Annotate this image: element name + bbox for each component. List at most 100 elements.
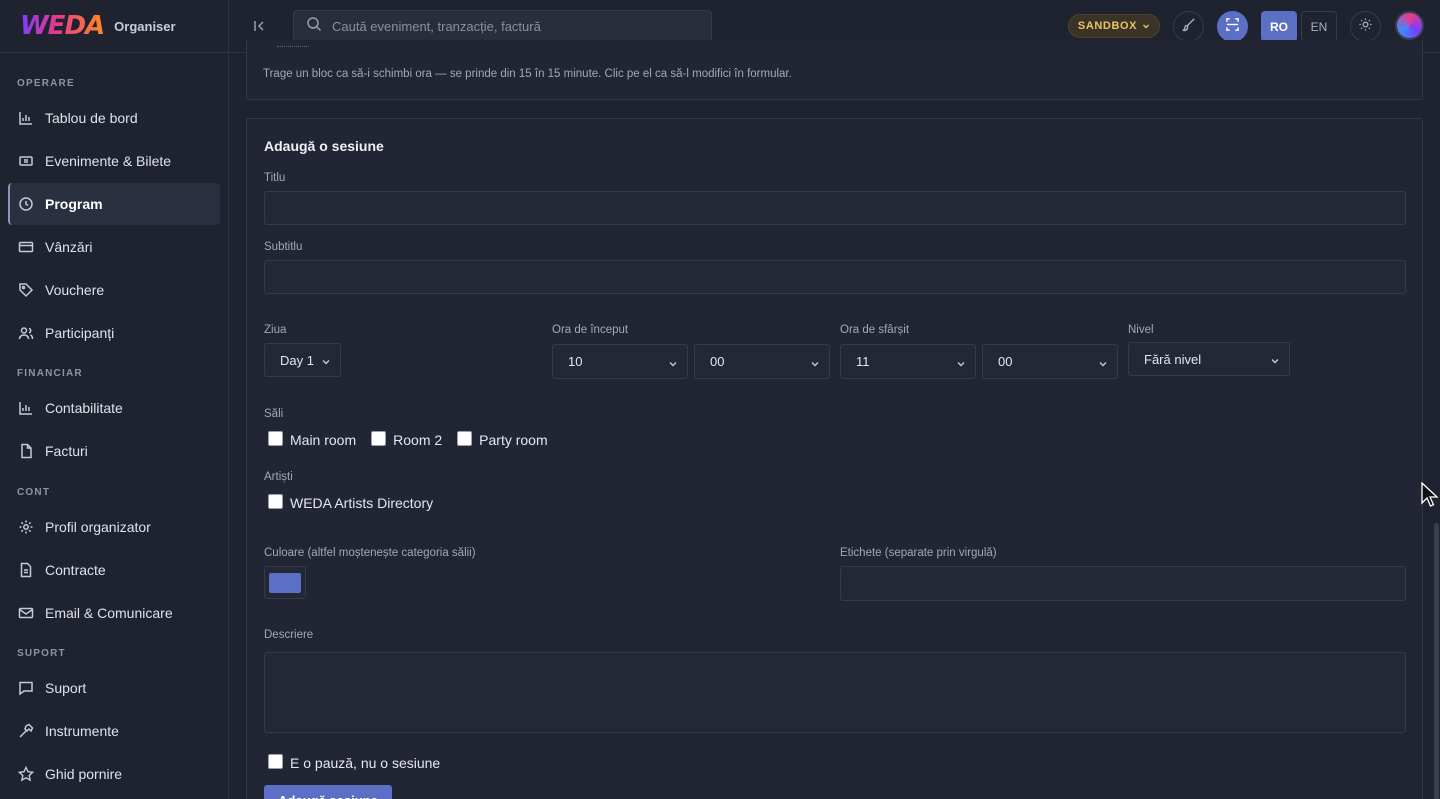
collapse-sidebar-icon[interactable] — [251, 17, 269, 35]
lang-ro-button[interactable]: RO — [1261, 11, 1297, 42]
search-input[interactable] — [332, 18, 692, 34]
sidebar-item-label: Vânzări — [45, 239, 93, 255]
subtitle-input[interactable] — [264, 260, 1406, 294]
room-main-label: Main room — [290, 432, 357, 448]
artist-weda-directory[interactable]: WEDA Artists Directory — [268, 493, 434, 511]
day-select-value: Day 1 — [280, 352, 314, 368]
nav-section-financiar: FINANCIAR — [17, 368, 83, 379]
brand-subtitle: Organiser — [114, 18, 176, 34]
sidebar-item-label: Vouchere — [45, 282, 105, 298]
lang-en-button[interactable]: EN — [1301, 11, 1337, 42]
sidebar: WEDA Organiser OPERARE Tablou de bord Ev… — [0, 0, 229, 799]
level-select[interactable]: Fără nivel — [1128, 342, 1290, 376]
page-scrollbar[interactable] — [1432, 53, 1440, 799]
rooms-checkboxes: Main room Room 2 Party room — [268, 430, 563, 448]
end-minute-select[interactable]: 00 — [982, 344, 1118, 379]
end-time-label: Ora de sfârșit — [840, 324, 910, 336]
room-2-checkbox[interactable] — [371, 430, 387, 446]
sidebar-item-support[interactable]: Suport — [8, 667, 220, 709]
sidebar-item-accounting[interactable]: Contabilitate — [8, 387, 220, 429]
chat-icon — [18, 680, 34, 696]
credit-card-icon — [18, 239, 34, 255]
avatar[interactable] — [1395, 11, 1424, 40]
sidebar-item-getting-started[interactable]: Ghid pornire — [8, 753, 220, 795]
schedule-hint: Trage un bloc ca să-i schimbi ora — se p… — [263, 68, 792, 80]
room-party[interactable]: Party room — [457, 430, 548, 448]
start-minute-value: 00 — [710, 354, 725, 369]
document-icon — [18, 443, 34, 459]
sidebar-item-label: Program — [45, 196, 103, 212]
room-party-checkbox[interactable] — [457, 430, 473, 446]
start-minute-select[interactable]: 00 — [694, 344, 830, 379]
sidebar-item-label: Profil organizator — [45, 519, 151, 535]
schedule-grid-edge — [277, 46, 309, 49]
subtitle-label: Subtitlu — [264, 241, 303, 253]
color-swatch — [269, 572, 301, 593]
bar-chart-icon — [18, 110, 34, 126]
scan-icon — [1225, 17, 1240, 37]
room-main-checkbox[interactable] — [268, 430, 283, 446]
sidebar-item-dashboard[interactable]: Tablou de bord — [8, 97, 220, 139]
brand[interactable]: WEDA Organiser — [0, 0, 228, 53]
sidebar-item-label: Participanți — [45, 325, 115, 341]
sidebar-item-vouchers[interactable]: Vouchere — [8, 269, 220, 311]
nav-section-suport: SUPORT — [17, 648, 66, 659]
sidebar-item-participants[interactable]: Participanți — [8, 312, 220, 354]
description-label: Descriere — [264, 629, 314, 641]
users-icon — [18, 325, 34, 341]
start-hour-select[interactable]: 10 — [552, 344, 688, 379]
sun-icon — [1358, 17, 1373, 37]
sidebar-item-events[interactable]: Evenimente & Bilete — [8, 140, 220, 182]
sidebar-item-tools[interactable]: Instrumente — [8, 710, 220, 752]
theme-toggle-button[interactable] — [1350, 11, 1381, 42]
sidebar-item-contracts[interactable]: Contracte — [8, 549, 220, 591]
sidebar-item-organizer-profile[interactable]: Profil organizator — [8, 506, 220, 548]
schedule-card: Trage un bloc ca să-i schimbi ora — se p… — [246, 40, 1423, 100]
brush-button[interactable] — [1173, 11, 1204, 42]
hammer-icon — [18, 723, 34, 739]
artist-weda-directory-label: WEDA Artists Directory — [290, 495, 434, 511]
room-main[interactable]: Main room — [268, 430, 357, 448]
scan-button[interactable] — [1217, 11, 1248, 42]
mail-icon — [18, 605, 34, 621]
sidebar-item-email[interactable]: Email & Comunicare — [8, 592, 220, 634]
artists-checkboxes: WEDA Artists Directory — [268, 493, 448, 511]
chevron-down-icon — [1270, 354, 1280, 364]
room-2[interactable]: Room 2 — [371, 430, 442, 448]
sidebar-item-invoices[interactable]: Facturi — [8, 430, 220, 472]
artist-weda-directory-checkbox[interactable] — [268, 493, 283, 509]
color-label: Culoare (altfel moștenește categoria săl… — [264, 547, 476, 559]
color-picker[interactable] — [264, 566, 306, 599]
ticket-icon — [18, 153, 34, 169]
tag-icon — [18, 282, 34, 298]
pause-checkbox[interactable] — [268, 753, 283, 769]
chevron-down-icon — [321, 355, 331, 365]
chevron-down-icon — [1098, 357, 1108, 367]
pause-toggle[interactable]: E o pauză, nu o sesiune — [268, 753, 440, 771]
sandbox-badge[interactable]: SANDBOX — [1068, 14, 1160, 38]
description-textarea[interactable] — [264, 652, 1406, 733]
sidebar-item-program[interactable]: Program — [8, 183, 220, 225]
end-hour-select[interactable]: 11 — [840, 344, 976, 379]
end-minute-value: 00 — [998, 354, 1013, 369]
weda-logo: WEDA — [20, 11, 105, 41]
search-box[interactable] — [293, 10, 712, 42]
scrollbar-thumb[interactable] — [1434, 523, 1439, 799]
brush-icon — [1181, 17, 1196, 37]
tags-input[interactable] — [840, 566, 1406, 601]
sidebar-item-label: Contracte — [45, 562, 106, 578]
title-input[interactable] — [264, 191, 1406, 225]
room-party-label: Party room — [479, 432, 548, 448]
nav-section-cont: CONT — [17, 487, 51, 498]
start-hour-value: 10 — [568, 354, 583, 369]
chevron-down-icon — [668, 357, 678, 367]
rooms-label: Săli — [264, 408, 284, 420]
star-icon — [18, 766, 34, 782]
tags-label: Etichete (separate prin virgulă) — [840, 547, 997, 559]
sandbox-label: SANDBOX — [1077, 20, 1138, 32]
day-select[interactable]: Day 1 — [264, 343, 341, 377]
sidebar-item-sales[interactable]: Vânzări — [8, 226, 220, 268]
sidebar-item-label: Contabilitate — [45, 400, 123, 416]
chevron-down-icon — [1142, 22, 1150, 30]
add-session-button[interactable]: Adaugă sesiune — [264, 785, 392, 799]
